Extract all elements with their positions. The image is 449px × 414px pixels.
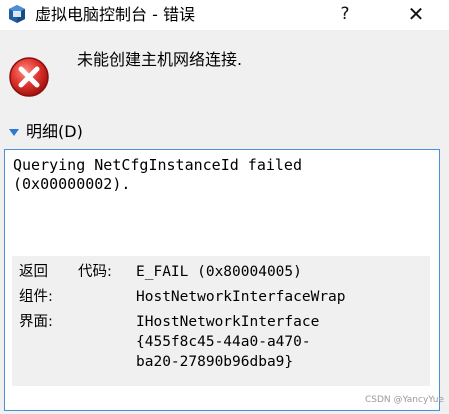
close-button[interactable]: ✕ <box>396 1 436 27</box>
interface-value: IHostNetworkInterface {455f8c45-44a0-a47… <box>136 314 320 370</box>
details-text: Querying NetCfgInstanceId failed (0x0000… <box>13 156 302 193</box>
help-button[interactable]: ? <box>330 1 360 27</box>
error-icon <box>9 57 49 97</box>
watermark: CSDN @YancyYue <box>365 395 444 405</box>
window-title: 虚拟电脑控制台 - 错误 <box>35 5 195 24</box>
title-bar: 虚拟电脑控制台 - 错误 ? ✕ <box>0 0 449 30</box>
virtualbox-icon <box>9 5 25 23</box>
error-message: 未能创建主机网络连接. <box>77 50 243 69</box>
code-label: 代码: <box>78 264 112 280</box>
triangle-down-icon <box>9 129 19 136</box>
return-code-value: E_FAIL (0x80004005) <box>136 264 302 280</box>
details-toggle[interactable]: 明细(D) <box>8 122 83 142</box>
details-panel[interactable]: Querying NetCfgInstanceId failed (0x0000… <box>4 149 440 411</box>
details-label: 明细(D) <box>26 122 83 141</box>
component-value: HostNetworkInterfaceWrap <box>136 289 346 305</box>
return-label: 返回 <box>19 264 48 280</box>
component-label: 组件: <box>19 289 53 305</box>
details-info-table: 返回 代码: E_FAIL (0x80004005) 组件: HostNetwo… <box>12 256 430 386</box>
interface-label: 界面: <box>19 314 53 330</box>
